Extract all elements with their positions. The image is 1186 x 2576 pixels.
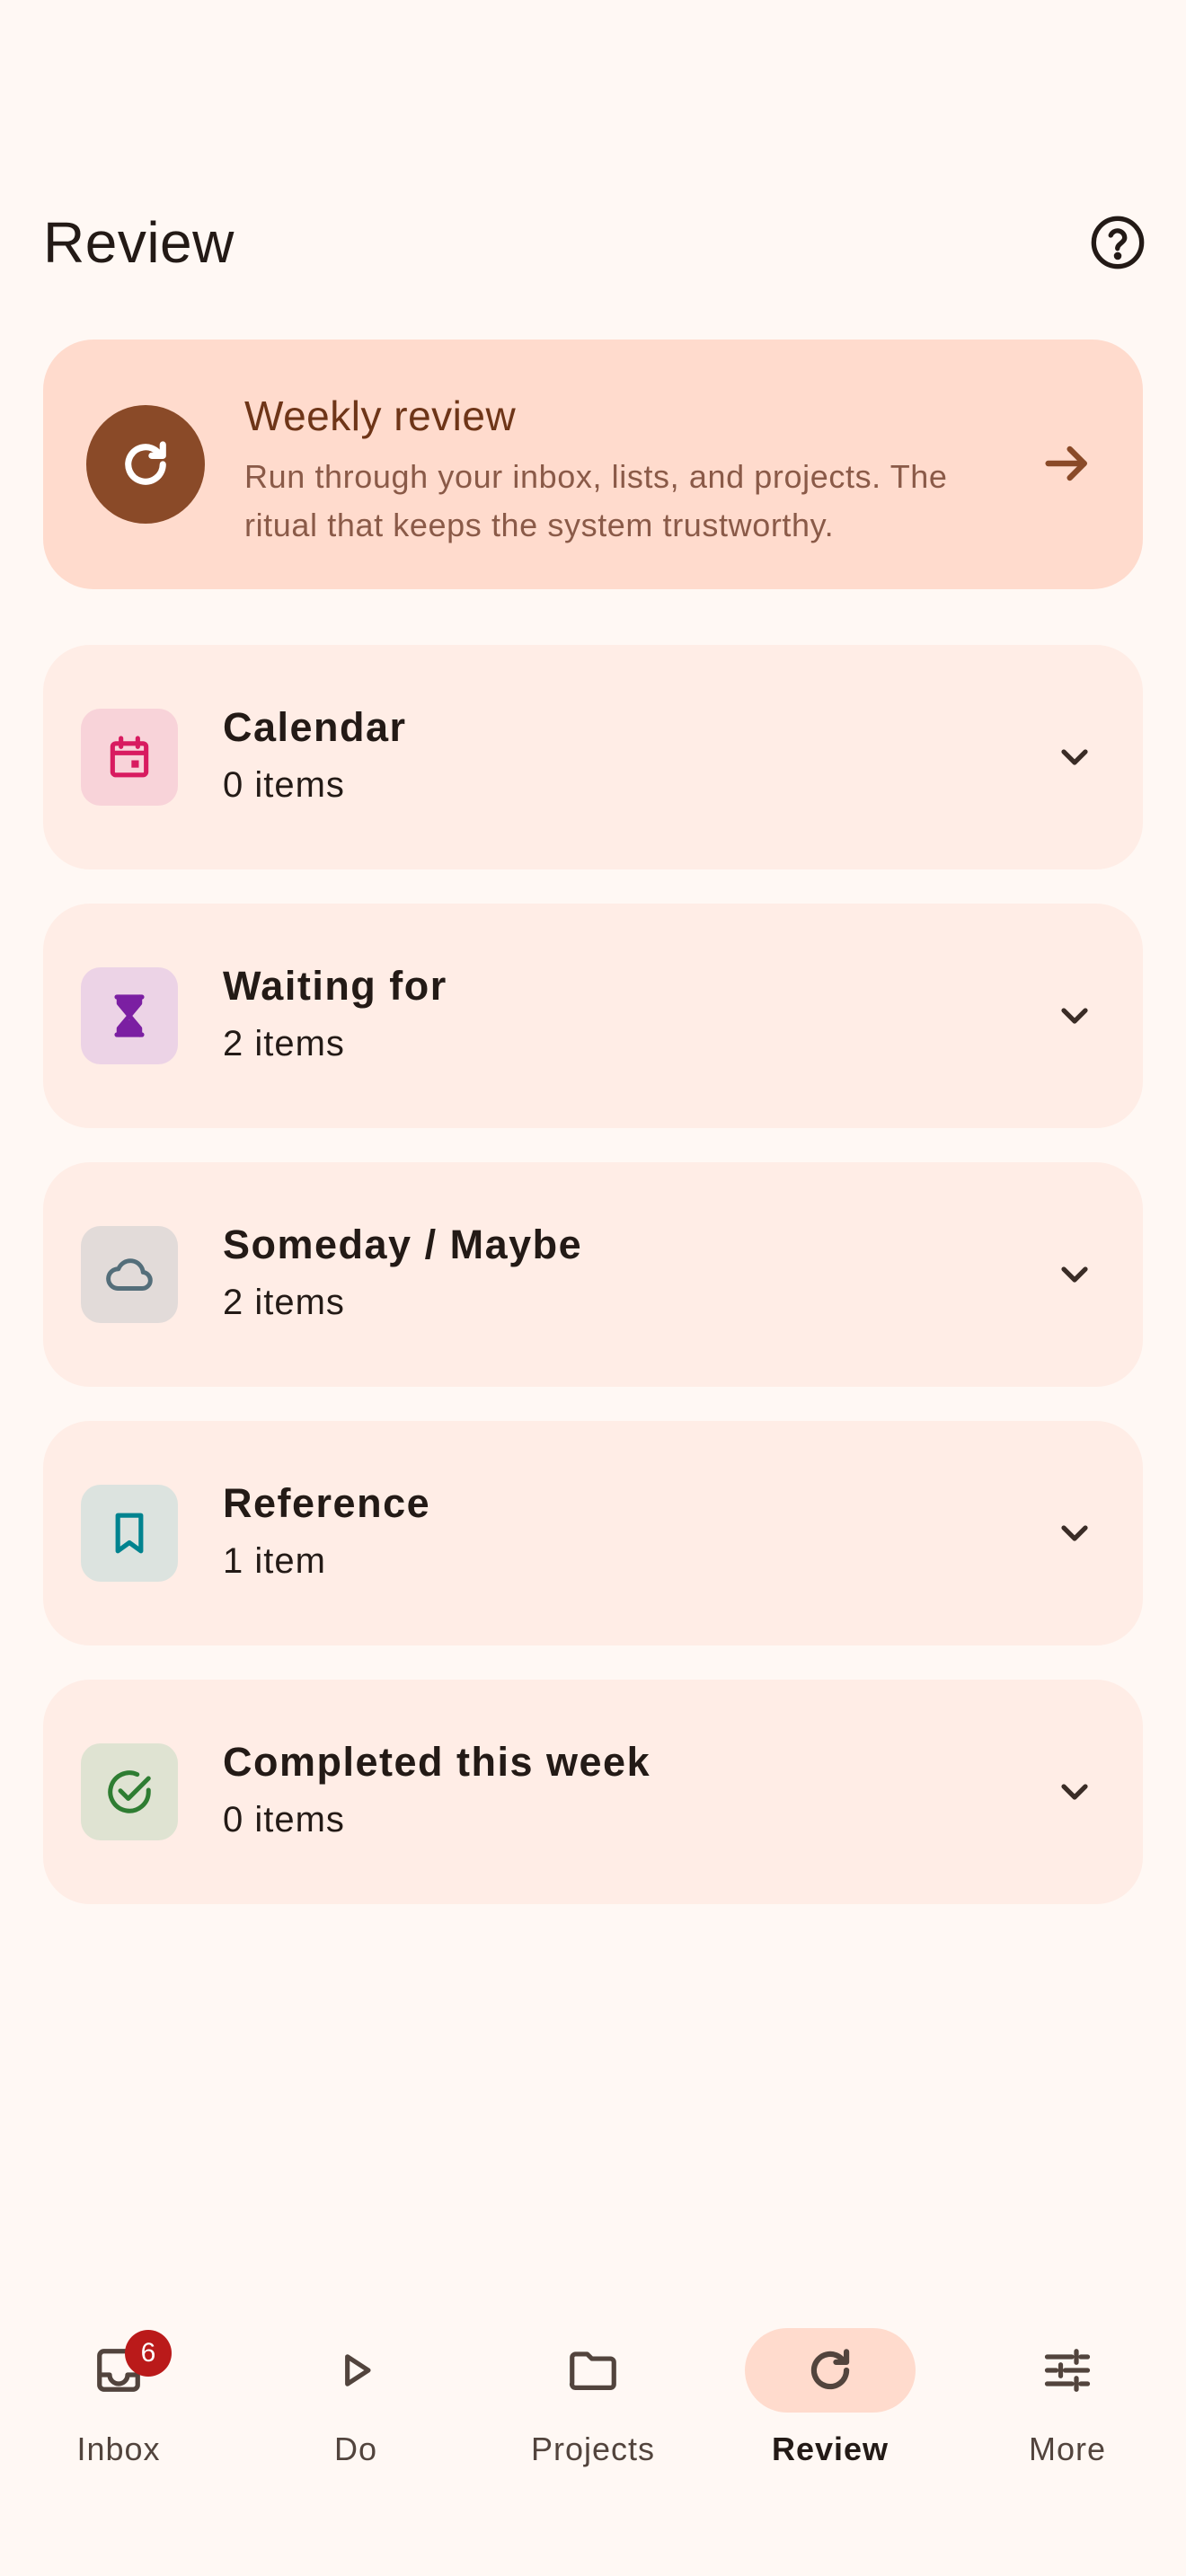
arrow-right-icon bbox=[1045, 446, 1087, 481]
page-title: Review bbox=[43, 210, 235, 275]
tune-icon bbox=[1044, 2349, 1091, 2392]
category-count: 0 items bbox=[223, 1800, 345, 1839]
nav-label: Review bbox=[771, 2430, 890, 2467]
help-button[interactable] bbox=[1085, 210, 1150, 275]
nav-label: Do bbox=[333, 2430, 378, 2467]
nav-more-pill bbox=[982, 2328, 1153, 2413]
nav-do-pill bbox=[270, 2328, 441, 2413]
refresh-icon bbox=[810, 2349, 850, 2390]
category-calendar[interactable]: Calendar 0 items bbox=[43, 645, 1143, 869]
category-title: Completed this week bbox=[223, 1739, 651, 1785]
nav-do[interactable]: Do bbox=[257, 2328, 455, 2508]
folder-icon bbox=[569, 2351, 616, 2390]
nav-review-pill bbox=[745, 2328, 916, 2413]
weekly-review-title: Weekly review bbox=[244, 393, 517, 439]
category-count: 2 items bbox=[223, 1283, 345, 1322]
nav-projects-pill bbox=[508, 2328, 678, 2413]
chevron-down-icon bbox=[1061, 749, 1088, 765]
nav-review[interactable]: Review bbox=[731, 2328, 929, 2508]
nav-label: Projects bbox=[530, 2430, 656, 2467]
cloud-icon bbox=[106, 1258, 153, 1291]
category-title: Calendar bbox=[223, 704, 407, 750]
calendar-icon-box bbox=[81, 709, 178, 806]
category-count: 1 item bbox=[223, 1541, 326, 1581]
check-circle-icon-box bbox=[81, 1743, 178, 1840]
cloud-icon-box bbox=[81, 1226, 178, 1323]
category-title: Waiting for bbox=[223, 963, 447, 1009]
weekly-review-subtitle: Run through your inbox, lists, and proje… bbox=[244, 453, 1071, 550]
chevron-down-icon bbox=[1061, 1008, 1088, 1024]
play-icon bbox=[345, 2354, 371, 2386]
inbox-badge: 6 bbox=[125, 2330, 172, 2377]
refresh-icon bbox=[125, 441, 166, 485]
chevron-down-icon bbox=[1061, 1266, 1088, 1283]
nav-more[interactable]: More bbox=[969, 2328, 1166, 2508]
nav-label: Inbox bbox=[76, 2430, 161, 2467]
category-count: 2 items bbox=[223, 1024, 345, 1063]
category-reference[interactable]: Reference 1 item bbox=[43, 1421, 1143, 1645]
chevron-down-icon bbox=[1061, 1525, 1088, 1541]
check-circle-icon bbox=[108, 1770, 151, 1813]
calendar-icon bbox=[110, 736, 149, 778]
nav-inbox[interactable]: 6 Inbox bbox=[20, 2328, 217, 2508]
weekly-review-card[interactable]: Weekly review Run through your inbox, li… bbox=[43, 340, 1143, 589]
hourglass-icon bbox=[114, 994, 145, 1037]
nav-label: More bbox=[1028, 2430, 1107, 2467]
bookmark-icon-box bbox=[81, 1485, 178, 1582]
weekly-review-subtitle-line-1: Run through your inbox, lists, and proje… bbox=[244, 458, 948, 495]
bookmark-icon bbox=[115, 1513, 144, 1554]
nav-projects[interactable]: Projects bbox=[494, 2328, 692, 2508]
category-title: Someday / Maybe bbox=[223, 1222, 583, 1267]
weekly-review-icon-circle bbox=[86, 405, 205, 524]
help-icon bbox=[1091, 216, 1145, 269]
category-someday-maybe[interactable]: Someday / Maybe 2 items bbox=[43, 1162, 1143, 1387]
nav-inbox-pill: 6 bbox=[33, 2328, 204, 2413]
bottom-navigation: 6 Inbox Do Projects Review More bbox=[0, 2299, 1186, 2576]
weekly-review-subtitle-line-2: ritual that keeps the system trustworthy… bbox=[244, 507, 835, 543]
top-app-bar: Review bbox=[43, 203, 1150, 282]
hourglass-icon-box bbox=[81, 967, 178, 1064]
category-title: Reference bbox=[223, 1480, 431, 1526]
category-waiting-for[interactable]: Waiting for 2 items bbox=[43, 904, 1143, 1128]
chevron-down-icon bbox=[1061, 1784, 1088, 1800]
category-count: 0 items bbox=[223, 765, 345, 805]
category-completed-this-week[interactable]: Completed this week 0 items bbox=[43, 1680, 1143, 1904]
